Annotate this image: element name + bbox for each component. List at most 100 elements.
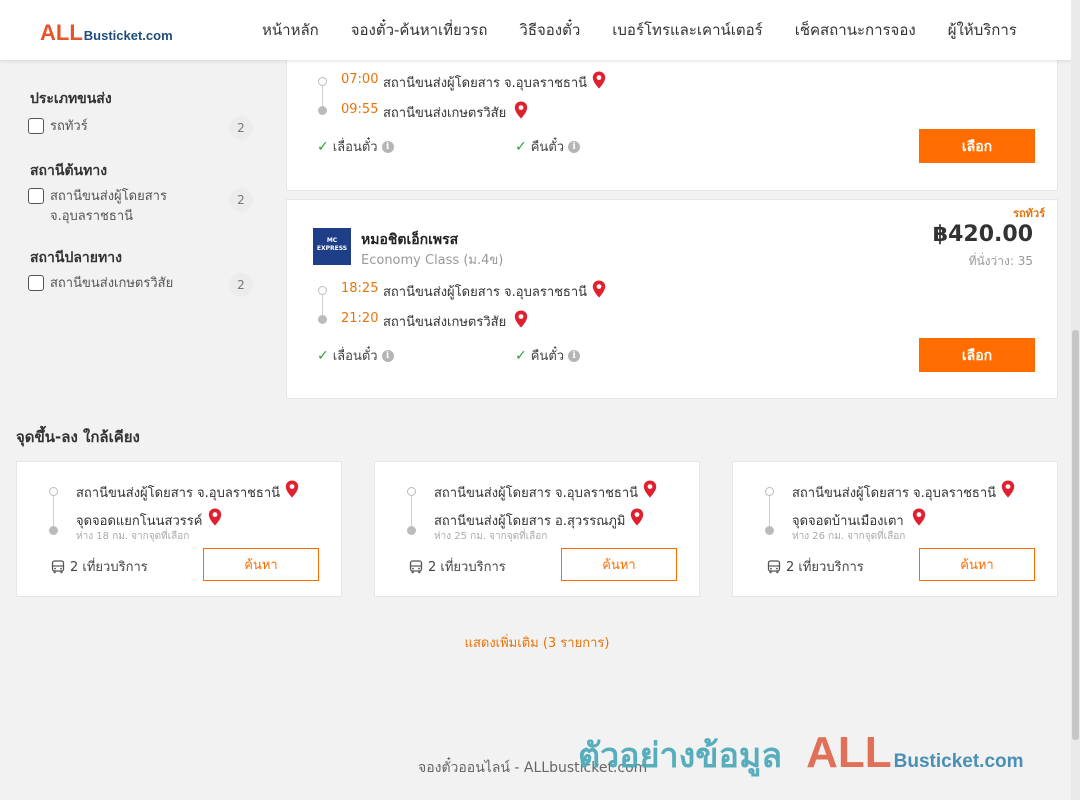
nearby-search-button[interactable]: ค้นหา: [561, 548, 677, 581]
nav-home[interactable]: หน้าหลัก: [246, 18, 335, 42]
arrive-time: 09:55: [341, 102, 379, 117]
watermark-text: ตัวอย่างข้อมูล: [578, 736, 783, 776]
bus-icon: [51, 560, 65, 574]
timeline-start-dot: [407, 487, 416, 496]
map-pin-icon[interactable]: [630, 508, 644, 526]
nearby-search-button[interactable]: ค้นหา: [919, 548, 1035, 581]
arrive-time: 21:20: [341, 311, 379, 326]
feature-label: เลื่อนตั๋ว: [332, 140, 378, 155]
nav-check-booking[interactable]: เช็คสถานะการจอง: [779, 18, 932, 42]
site-header: ALL Busticket.com หน้าหลัก จองตั๋ว-ค้นหา…: [0, 0, 1080, 60]
nearby-from: สถานีขนส่งผู้โดยสาร จ.อุบลราชธานี: [76, 486, 281, 501]
scrollbar[interactable]: [1071, 0, 1080, 800]
option-count-badge: 2: [229, 116, 253, 140]
nearby-distance: ห่าง 25 กม. จากจุดที่เลือก: [434, 531, 548, 542]
option-label: สถานีขนส่งเกษตรวิสัย: [50, 276, 174, 291]
check-icon: ✓: [515, 347, 527, 364]
depart-station: สถานีขนส่งผู้โดยสาร จ.อุบลราชธานี: [383, 76, 588, 91]
nearby-card: สถานีขนส่งผู้โดยสาร จ.อุบลราชธานี จุดจอด…: [16, 461, 342, 597]
feature-label: เลื่อนตั๋ว: [332, 349, 378, 364]
filter-title-bus-type: ประเภทขนส่ง: [30, 91, 112, 107]
seats-available: ที่นั่งว่าง: 35: [968, 254, 1033, 268]
nearby-distance: ห่าง 18 กม. จากจุดที่เลือก: [76, 531, 190, 542]
show-more-link[interactable]: แสดงเพิ่มเติม (3 รายการ): [0, 632, 1074, 653]
trip-price: ฿420.00: [932, 222, 1033, 247]
seat-class: Economy Class (ม.4ข): [361, 253, 504, 268]
timeline-start-dot: [765, 487, 774, 496]
depart-time: 07:00: [341, 72, 379, 87]
nearby-from: สถานีขนส่งผู้โดยสาร จ.อุบลราชธานี: [434, 486, 639, 501]
map-pin-icon[interactable]: [592, 280, 606, 298]
info-icon[interactable]: i: [568, 140, 581, 153]
arrive-station: สถานีขนส่งเกษตรวิสัย: [383, 106, 507, 121]
map-pin-icon[interactable]: [208, 508, 222, 526]
nearby-to: จุดจอดแยกโนนสวรรค์: [76, 514, 203, 529]
watermark-logo-prefix: ALL: [806, 728, 892, 777]
bus-icon: [767, 560, 781, 574]
map-pin-icon[interactable]: [514, 101, 528, 119]
nearby-to: สถานีขนส่งผู้โดยสาร อ.สุวรรณภูมิ: [434, 514, 626, 529]
feature-label: คืนตั๋ว: [530, 349, 565, 364]
feature-label: คืนตั๋ว: [530, 140, 565, 155]
feature-refund: ✓ คืนตั๋ว i: [515, 136, 581, 157]
timeline-start-dot: [318, 77, 327, 86]
option-label: รถทัวร์: [50, 119, 88, 134]
filter-title-origin: สถานีต้นทาง: [30, 163, 108, 179]
operator-name: หมอชิตเอ็กเพรส: [361, 232, 459, 248]
map-pin-icon[interactable]: [643, 480, 657, 498]
bus-type-tag: รถทัวร์: [1013, 207, 1045, 220]
trips-count: 2 เที่ยวบริการ: [70, 560, 148, 575]
timeline-line: [411, 496, 412, 526]
map-pin-icon[interactable]: [1001, 480, 1015, 498]
trips-count: 2 เที่ยวบริการ: [786, 560, 864, 575]
timeline-line: [322, 295, 323, 315]
nearby-trips: 2 เที่ยวบริการ: [767, 556, 864, 577]
checkbox[interactable]: [28, 118, 44, 134]
nearby-search-button[interactable]: ค้นหา: [203, 548, 319, 581]
checkbox[interactable]: [28, 275, 44, 291]
nearby-trips: 2 เที่ยวบริการ: [409, 556, 506, 577]
timeline-start-dot: [318, 286, 327, 295]
feature-reschedule: ✓ เลื่อนตั๋ว i: [317, 345, 394, 366]
nav-contact-counters[interactable]: เบอร์โทรและเคาน์เตอร์: [596, 18, 778, 42]
nearby-card: สถานีขนส่งผู้โดยสาร จ.อุบลราชธานี จุดจอด…: [732, 461, 1058, 597]
map-pin-icon[interactable]: [285, 480, 299, 498]
nearby-to: จุดจอดบ้านเมืองเตา: [792, 514, 904, 529]
operator-logo: MC EXPRESS: [313, 228, 351, 265]
timeline-line: [322, 86, 323, 106]
nearby-trips: 2 เที่ยวบริการ: [51, 556, 148, 577]
filter-option-origin[interactable]: สถานีขนส่งผู้โดยสาร จ.อุบลราชธานี 2: [28, 188, 254, 228]
nearby-distance: ห่าง 26 กม. จากจุดที่เลือก: [792, 531, 906, 542]
trip-card: 07:00 สถานีขนส่งผู้โดยสาร จ.อุบลราชธานี …: [286, 50, 1058, 191]
filter-option-tour-bus[interactable]: รถทัวร์ 2: [28, 116, 254, 142]
timeline-line: [53, 496, 54, 526]
nearby-section-title: จุดขึ้น-ลง ใกล้เคียง: [16, 428, 140, 446]
scrollbar-thumb[interactable]: [1072, 330, 1079, 740]
arrive-station: สถานีขนส่งเกษตรวิสัย: [383, 315, 507, 330]
option-count-badge: 2: [229, 273, 253, 297]
timeline-end-dot: [318, 106, 327, 115]
nav-how-to-book[interactable]: วิธีจองตั๋ว: [503, 18, 596, 42]
map-pin-icon[interactable]: [514, 310, 528, 328]
timeline-start-dot: [49, 487, 58, 496]
nav-book-search[interactable]: จองตั๋ว-ค้นหาเที่ยวรถ: [335, 18, 504, 42]
trips-count: 2 เที่ยวบริการ: [428, 560, 506, 575]
feature-reschedule: ✓ เลื่อนตั๋ว i: [317, 136, 394, 157]
map-pin-icon[interactable]: [912, 508, 926, 526]
select-trip-button[interactable]: เลือก: [919, 129, 1035, 163]
watermark: ตัวอย่างข้อมูล ALL Busticket.com: [578, 728, 1024, 782]
map-pin-icon[interactable]: [592, 71, 606, 89]
filter-title-destination: สถานีปลายทาง: [30, 250, 122, 266]
logo-suffix: Busticket.com: [83, 28, 173, 43]
nav-operators[interactable]: ผู้ให้บริการ: [932, 18, 1033, 42]
main-nav: หน้าหลัก จองตั๋ว-ค้นหาเที่ยวรถ วิธีจองตั…: [246, 0, 1033, 60]
filter-option-destination[interactable]: สถานีขนส่งเกษตรวิสัย 2: [28, 273, 254, 299]
info-icon[interactable]: i: [568, 349, 581, 362]
site-logo[interactable]: ALL Busticket.com: [40, 20, 173, 46]
checkbox[interactable]: [28, 188, 44, 204]
info-icon[interactable]: i: [381, 140, 394, 153]
select-trip-button[interactable]: เลือก: [919, 338, 1035, 372]
option-count-badge: 2: [229, 188, 253, 212]
info-icon[interactable]: i: [381, 349, 394, 362]
trip-card: รถทัวร์ MC EXPRESS หมอชิตเอ็กเพรส Econom…: [286, 199, 1058, 399]
